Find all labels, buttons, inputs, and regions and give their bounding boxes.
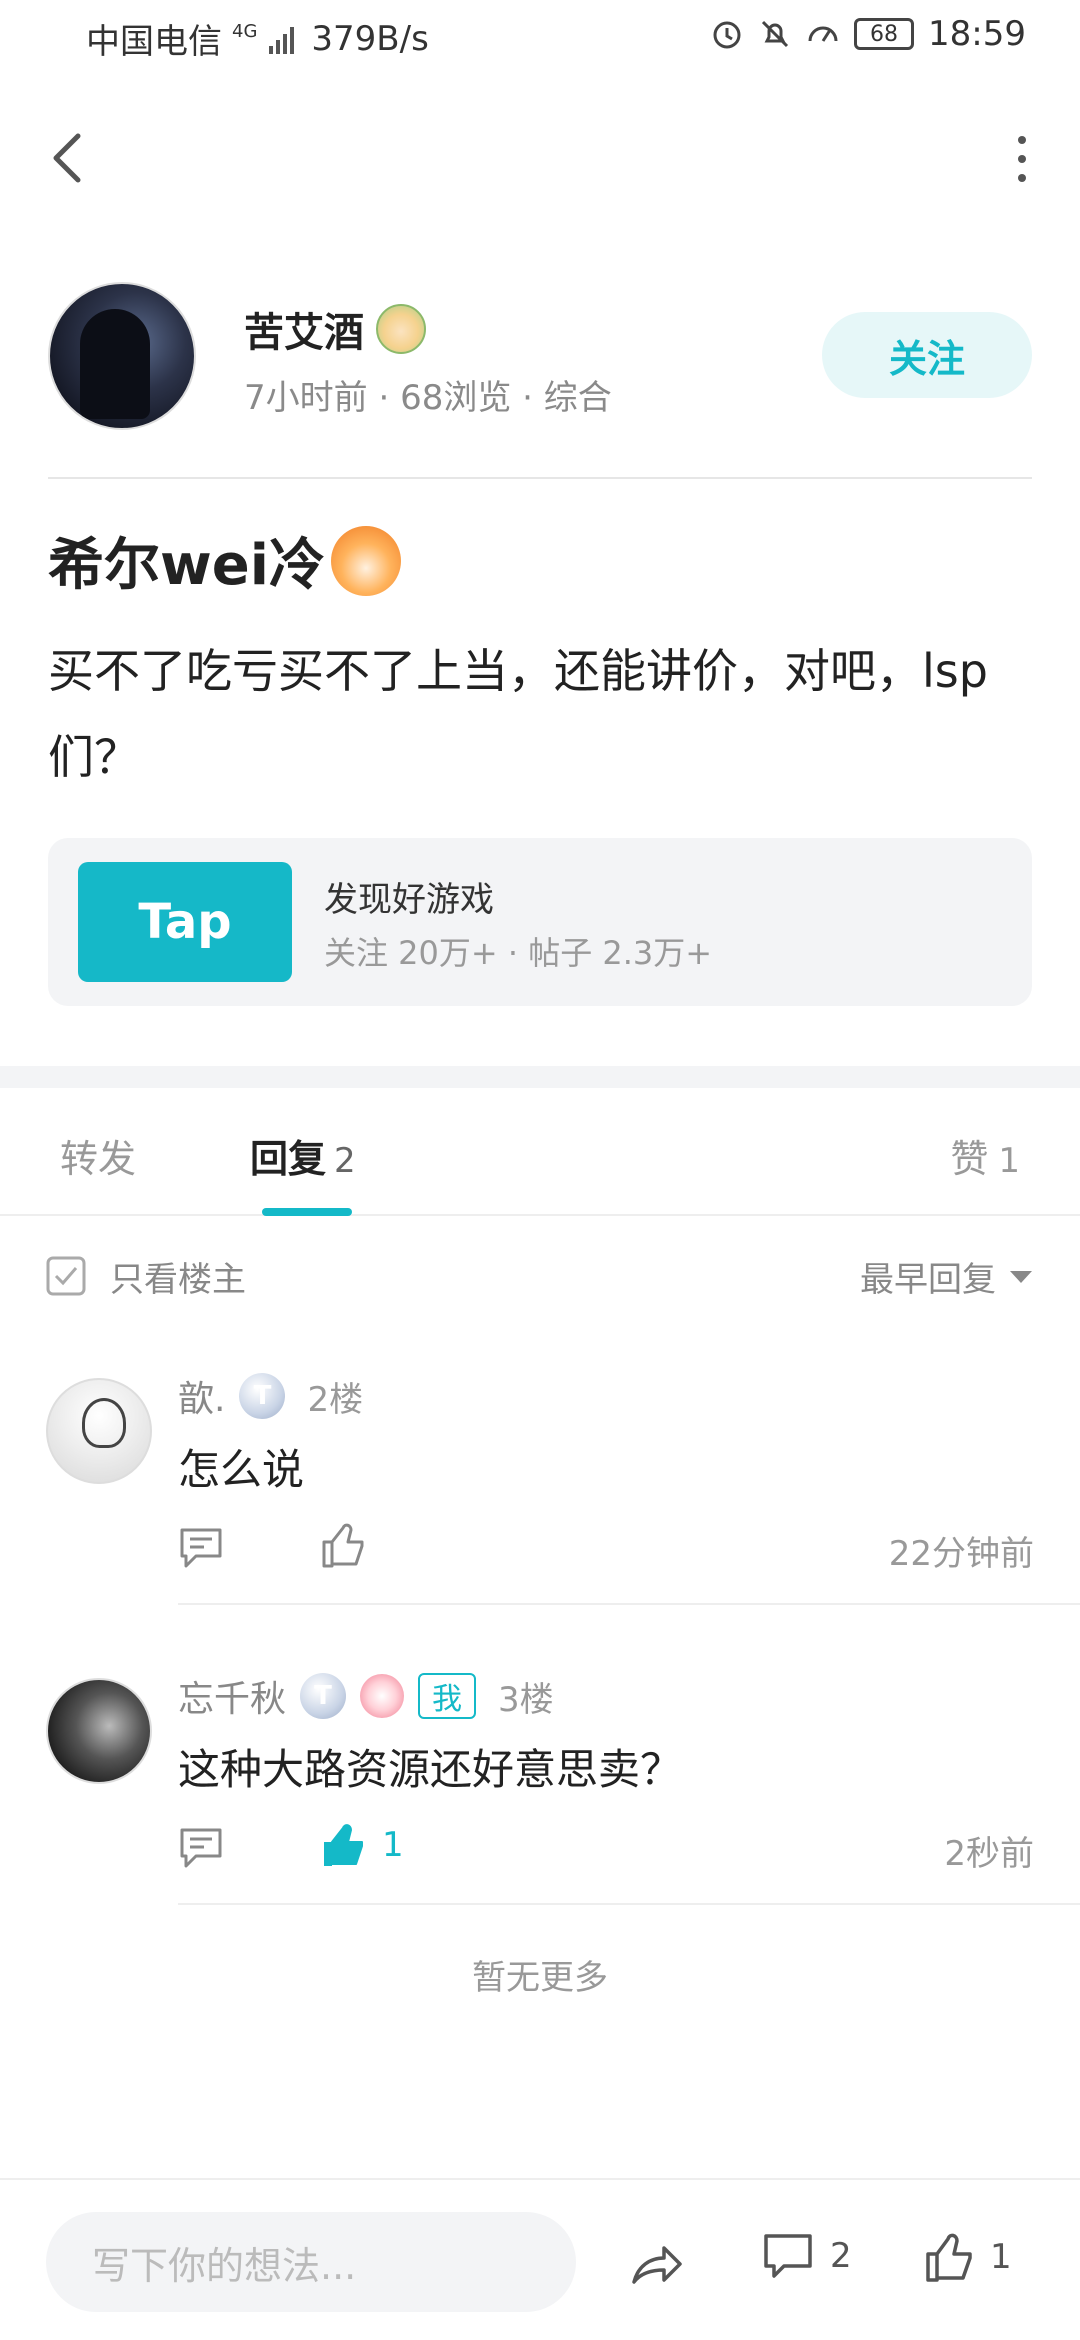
comment-input[interactable]: 写下你的想法... [46,2212,576,2312]
comment-text: 怎么说 [178,1445,305,1494]
me-tag: 我 [418,1673,477,1719]
commenter-avatar[interactable] [46,1378,152,1484]
meta-separator: · [522,378,544,418]
comment-time: 22分钟前 [888,1534,1034,1574]
tap-logo: Tap [78,862,292,982]
comment-header: 忘千秋 T 我 3楼 [178,1670,554,1722]
divider [178,1603,1080,1605]
section-separator [0,1066,1080,1088]
reply-icon[interactable] [178,1826,224,1870]
comment-time: 2秒前 [944,1834,1034,1874]
like-button[interactable]: 1 [320,1820,404,1870]
meta-separator: · [378,378,401,418]
comment-header: 歆. T 2楼 [178,1370,363,1422]
pink-badge-icon [360,1674,405,1718]
topic-stats: 关注 20万+ · 帖子 2.3万+ [324,934,713,972]
comment-actions: 22分钟前 [178,1520,1034,1580]
fox-emoji-icon [330,525,401,596]
follow-button[interactable]: 关注 [822,312,1032,398]
author-avatar[interactable] [48,282,196,430]
battery-level: 68 [854,18,915,50]
thumbs-up-icon [926,2233,972,2282]
floor-number: 3楼 [498,1679,554,1720]
top-nav [0,110,1080,200]
only-author-label[interactable]: 只看楼主 [110,1252,246,1301]
commenter-name[interactable]: 歆. [178,1370,225,1422]
alarm-icon [713,21,741,49]
comment-text: 这种大路资源还好意思卖？ [178,1745,683,1794]
floor-number: 2楼 [307,1379,364,1420]
tab-forward[interactable]: 转发 [60,1128,136,1183]
bottom-bar: 写下你的想法... 2 1 [0,2178,1080,2340]
topic-card[interactable]: Tap 发现好游戏 关注 20万+ · 帖子 2.3万+ [48,838,1032,1006]
active-tab-indicator [262,1208,352,1216]
thumbs-up-filled-icon [324,1824,363,1866]
signal-icon [269,26,295,54]
commenter-avatar[interactable] [46,1678,152,1784]
tab-forward-label: 转发 [60,1137,137,1181]
network-type: 4G [232,21,258,42]
post-like-count: 1 [990,2237,1012,2277]
no-more-label: 暂无更多 [472,1958,608,1998]
comment-count: 2 [830,2236,852,2276]
post-title-text: 希尔wei冷 [48,533,325,598]
only-author-checkbox[interactable] [46,1256,86,1296]
sort-label: 最早回复 [860,1260,996,1300]
like-button[interactable] [320,1520,382,1570]
author-header: 苦艾酒 7小时前 · 68浏览 · 综合 关注 [48,282,1032,432]
tab-like-label: 赞 [950,1137,989,1181]
speedometer-icon [808,26,838,42]
carrier-label: 中国电信 [86,22,222,62]
tab-bar: 转发 回复 2 赞1 [0,1088,1080,1216]
network-speed: 379B/s [311,18,429,59]
commenter-name[interactable]: 忘千秋 [178,1670,286,1722]
post-views: 68浏览 [400,378,512,418]
chevron-down-icon [1010,1270,1032,1283]
divider [178,1903,1080,1905]
topic-title: 发现好游戏 [324,880,494,920]
thumbs-up-icon [322,1523,364,1568]
tab-like[interactable]: 赞1 [950,1128,1020,1183]
comment-button[interactable]: 2 [762,2230,852,2282]
mute-bell-icon [761,20,789,48]
tab-like-count: 1 [998,1141,1020,1181]
post-meta: 7小时前 · 68浏览 · 综合 [244,370,612,419]
tab-reply-count: 2 [334,1141,356,1181]
share-icon[interactable] [628,2234,684,2290]
post-time: 7小时前 [244,378,368,418]
author-name-row[interactable]: 苦艾酒 [244,300,426,358]
divider [48,477,1032,479]
post-category: 综合 [543,378,612,418]
sort-dropdown[interactable]: 最早回复 [860,1252,1032,1301]
reply-icon[interactable] [178,1526,224,1570]
status-bar: 中国电信 4G 379B/s 68 18:59 [0,0,1080,74]
back-arrow-icon[interactable] [44,128,94,188]
filter-row: 只看楼主 最早回复 [0,1244,1080,1304]
like-post-button[interactable]: 1 [924,2230,1012,2284]
clock: 18:59 [928,14,1026,54]
comment-bubble-icon [764,2234,812,2278]
post-body: 买不了吃亏买不了上当，还能讲价，对吧，lsp们？ [48,644,988,784]
comment-actions: 1 2秒前 [178,1820,1034,1880]
level-badge-icon: T [300,1673,347,1719]
post-title: 希尔wei冷 [48,520,401,601]
author-name: 苦艾酒 [244,310,364,356]
like-count: 1 [382,1825,404,1865]
author-badge-icon [376,304,426,354]
tab-reply-label: 回复 [250,1137,327,1181]
level-badge-icon: T [239,1373,286,1419]
tab-reply[interactable]: 回复 2 [250,1128,356,1183]
more-options-icon[interactable] [1012,132,1032,186]
